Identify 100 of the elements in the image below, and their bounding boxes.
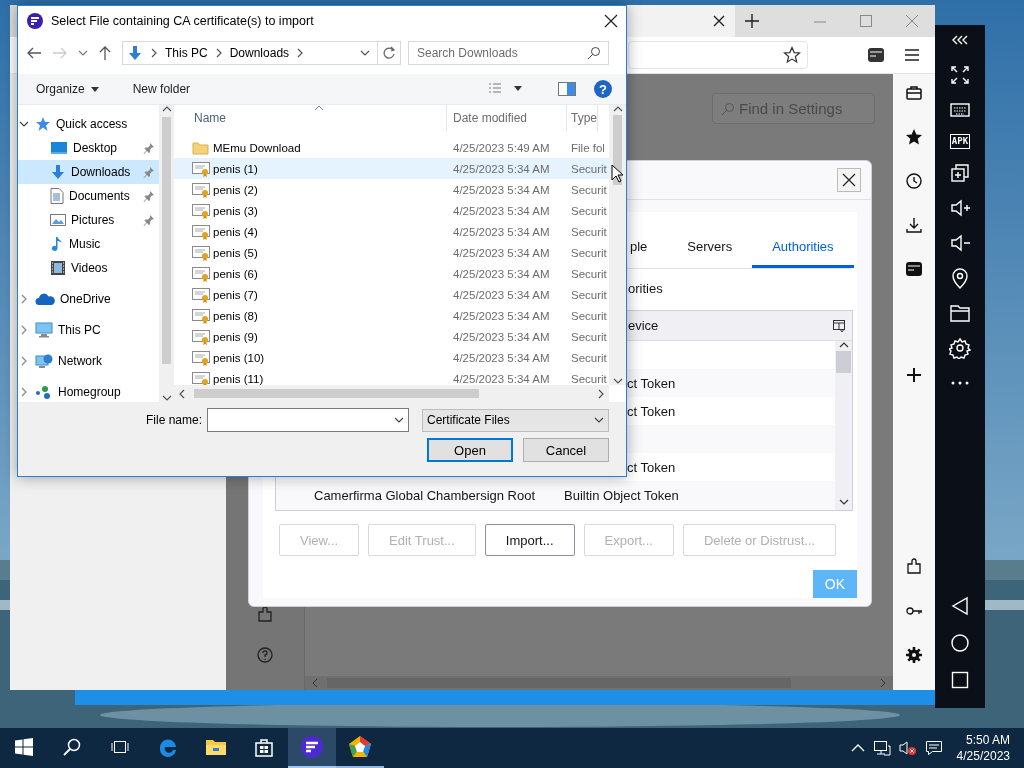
organize-button[interactable]: Organize	[28, 80, 107, 98]
address-field[interactable]	[628, 41, 808, 69]
recents-square-icon[interactable]	[949, 669, 971, 691]
help-icon[interactable]	[256, 646, 274, 664]
close-icon[interactable]	[604, 14, 618, 28]
volume-up-icon[interactable]	[949, 197, 971, 219]
file-row[interactable]: penis (9) 4/25/2023 5:34 AM Securit	[174, 326, 609, 347]
column-header[interactable]: evice	[628, 318, 832, 333]
view-options-icon[interactable]	[488, 82, 522, 96]
notification-icon[interactable]	[924, 740, 943, 756]
preview-pane-icon[interactable]	[558, 82, 576, 96]
file-row[interactable]: penis (6) 4/25/2023 5:34 AM Securit	[174, 263, 609, 284]
plus-icon[interactable]	[905, 365, 923, 384]
refresh-icon[interactable]	[382, 46, 396, 60]
puzzle-icon[interactable]	[905, 558, 923, 576]
menu-icon[interactable]	[903, 46, 921, 64]
scrollbar-thumb[interactable]	[162, 117, 171, 364]
clock-time[interactable]: 5:50 AM	[965, 732, 1010, 748]
action-button[interactable]: Import...	[484, 524, 575, 556]
address-bar[interactable]: This PC Downloads	[122, 41, 401, 65]
table-row[interactable]: Camerfirma Global Chambersign Root Builtin Object Token	[276, 481, 835, 509]
file-row[interactable]: MEmu Download 4/25/2023 5:49 AM File fol	[174, 137, 609, 158]
clock-icon[interactable]	[905, 172, 923, 190]
file-row[interactable]: penis (3) 4/25/2023 5:34 AM Securit	[174, 200, 609, 221]
nav-item[interactable]: Documents	[18, 184, 159, 208]
table-cell-text: 4/25/2023 5:34 AM	[452, 204, 551, 217]
taskbar-button[interactable]	[288, 728, 336, 768]
star-icon[interactable]	[783, 46, 801, 64]
table-cell-text: Securit	[570, 309, 607, 322]
tab[interactable]: Servers	[667, 228, 753, 268]
plus-icon[interactable]	[744, 13, 760, 29]
file-row[interactable]: penis (7) 4/25/2023 5:34 AM Securit	[174, 284, 609, 305]
star-icon[interactable]	[905, 128, 923, 146]
nav-item[interactable]: Network	[18, 349, 159, 373]
table-cell-text: Securit	[570, 330, 607, 343]
search-field[interactable]: Search Downloads	[408, 41, 609, 65]
breadcrumb[interactable]: This PC	[165, 46, 208, 60]
apk-button[interactable]: APK	[949, 134, 971, 149]
nav-item[interactable]: Desktop	[18, 136, 159, 160]
storage-icon[interactable]	[867, 46, 885, 64]
download-icon[interactable]	[905, 216, 923, 234]
nav-item[interactable]: Homegroup	[18, 380, 159, 402]
multi-window-icon[interactable]	[949, 162, 971, 184]
file-row[interactable]: penis (1) 4/25/2023 5:34 AM Securit	[174, 158, 609, 179]
storage-icon[interactable]	[905, 260, 923, 278]
chevron-left-icon[interactable]	[178, 388, 186, 399]
scrollbar-thumb[interactable]	[836, 351, 851, 373]
muted-speaker-icon[interactable]	[898, 740, 917, 756]
dialog-button[interactable]: Cancel	[523, 438, 609, 462]
film-icon	[50, 260, 66, 276]
settings-icon[interactable]	[905, 646, 923, 664]
dialog-button[interactable]: Open	[427, 438, 513, 462]
file-name-field[interactable]	[207, 408, 409, 432]
chevron-up-icon[interactable]	[612, 105, 623, 113]
puzzle-icon[interactable]	[256, 606, 274, 624]
nav-item[interactable]: Videos	[18, 256, 159, 280]
nav-item[interactable]: Downloads	[18, 160, 159, 184]
back-triangle-icon[interactable]	[949, 595, 971, 617]
home-circle-icon[interactable]	[949, 632, 971, 654]
fullscreen-icon[interactable]	[949, 64, 971, 86]
chevron-right-icon[interactable]	[879, 678, 887, 688]
chevron-down-icon	[360, 49, 370, 57]
back-arrow-icon[interactable]	[26, 46, 42, 60]
nav-item[interactable]: Pictures	[18, 208, 159, 232]
file-row[interactable]: penis (2) 4/25/2023 5:34 AM Securit	[174, 179, 609, 200]
location-pin-icon[interactable]	[949, 267, 971, 289]
network-icon[interactable]	[872, 740, 891, 756]
file-row[interactable]: penis (10) 4/25/2023 5:34 AM Securit	[174, 347, 609, 368]
chevron-up-icon[interactable]	[838, 341, 849, 349]
file-row[interactable]: penis (5) 4/25/2023 5:34 AM Securit	[174, 242, 609, 263]
up-arrow-icon[interactable]	[98, 45, 112, 61]
toolbox-icon[interactable]	[905, 84, 923, 102]
column-header[interactable]: Name	[174, 105, 447, 131]
close-icon[interactable]	[711, 13, 727, 29]
chevron-right-icon	[150, 48, 158, 58]
help-button[interactable]: ?	[594, 80, 612, 98]
column-header[interactable]: Date modified	[447, 105, 567, 131]
nav-item[interactable]: OneDrive	[18, 287, 159, 311]
nav-item[interactable]: Quick access	[18, 112, 159, 136]
scrollbar-thumb[interactable]	[194, 389, 479, 398]
tab[interactable]: Authorities	[752, 228, 854, 268]
file-type-dropdown[interactable]: Certificate Files	[422, 408, 609, 432]
chevron-left-icon[interactable]	[311, 678, 319, 688]
file-row[interactable]: penis (11) 4/25/2023 5:34 AM Securit	[174, 368, 609, 385]
task-view-icon	[110, 739, 130, 755]
nav-item[interactable]: Music	[18, 232, 159, 256]
close-button[interactable]	[837, 168, 861, 192]
file-row[interactable]: penis (8) 4/25/2023 5:34 AM Securit	[174, 305, 609, 326]
file-name: penis (10)	[213, 351, 265, 364]
maximize-icon[interactable]	[859, 14, 873, 28]
clock-date[interactable]: 4/25/2023	[956, 748, 1010, 764]
volume-down-icon[interactable]	[949, 232, 971, 254]
breadcrumb[interactable]: Downloads	[229, 46, 290, 60]
chevron-up-icon[interactable]	[161, 105, 172, 113]
nav-item[interactable]: This PC	[18, 318, 159, 342]
new-folder-button[interactable]: New folder	[124, 80, 199, 98]
folder-icon[interactable]	[949, 302, 971, 324]
column-picker-icon[interactable]	[832, 318, 846, 333]
column-header[interactable]: Type	[567, 105, 598, 131]
file-row[interactable]: penis (4) 4/25/2023 5:34 AM Securit	[174, 221, 609, 242]
